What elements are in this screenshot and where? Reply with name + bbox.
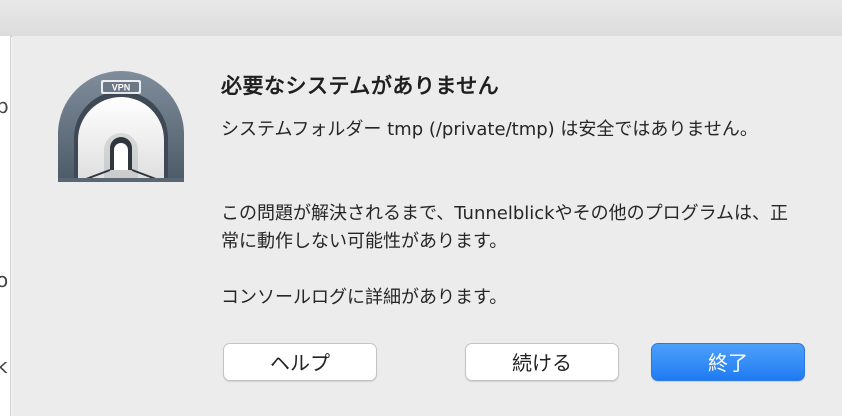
alert-dialog: VPN 必要なシステムがありません システムフォルダー tmp (/privat… (12, 36, 842, 416)
help-button[interactable]: ヘルプ (223, 343, 377, 381)
background-window-edge: b i i o i k i (0, 36, 11, 416)
background-text-glyph: i (0, 230, 2, 254)
background-text-glyph: i (0, 388, 2, 412)
dialog-message-folder: システムフォルダー tmp (/private/tmp) は安全ではありません。 (221, 119, 758, 140)
vpn-badge-text: VPN (112, 83, 131, 93)
quit-button[interactable]: 終了 (651, 343, 805, 381)
continue-button[interactable]: 続ける (465, 343, 619, 381)
tunnelblick-tunnel-icon: VPN (58, 71, 184, 182)
dialog-message-warning: この問題が解決されるまで、Tunnelblickやその他のプログラムは、正常に動… (221, 203, 789, 252)
dialog-message-console: コンソールログに詳細があります。 (221, 287, 508, 308)
background-text-glyph: o (0, 268, 8, 292)
background-text-glyph: i (0, 312, 2, 336)
background-text-glyph: k (0, 354, 8, 378)
background-text-glyph: b (0, 94, 9, 118)
background-text-glyph: i (0, 194, 2, 218)
dialog-title: 必要なシステムがありません (221, 74, 500, 98)
background-titlebar (0, 0, 842, 37)
